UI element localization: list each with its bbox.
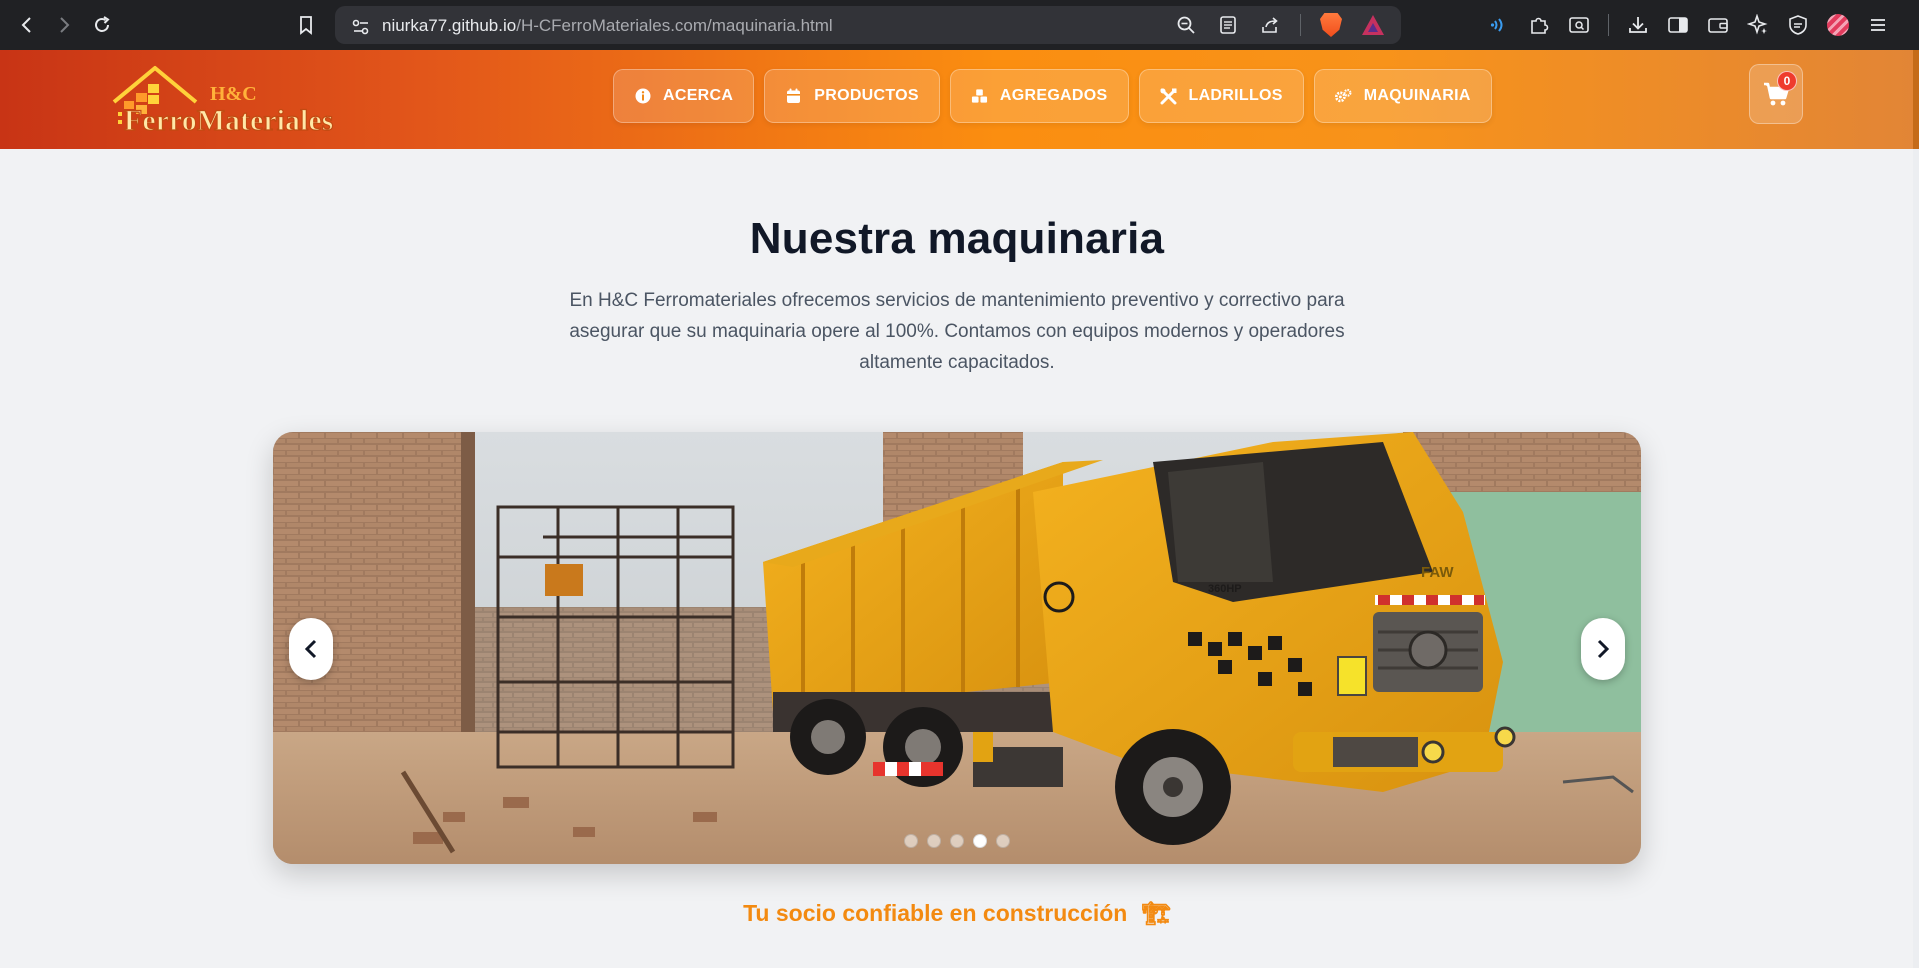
nav-maquinaria[interactable]: MAQUINARIA	[1313, 69, 1492, 123]
machinery-carousel[interactable]: FAW 360HP	[273, 432, 1641, 864]
extensions-icon[interactable]	[1526, 11, 1552, 39]
speech-icon[interactable]	[1486, 11, 1512, 39]
carousel-dot[interactable]	[927, 834, 941, 848]
vpn-shield-icon[interactable]	[1785, 11, 1811, 39]
sidebar-icon[interactable]	[1665, 11, 1691, 39]
zoom-icon[interactable]	[1172, 11, 1200, 39]
brave-rewards-icon[interactable]	[1359, 11, 1387, 39]
cart-count-badge: 0	[1777, 71, 1797, 91]
crane-emoji-icon: 🏗	[1141, 900, 1171, 926]
tagline: Tu socio confiable en construcción 🏗	[0, 900, 1914, 927]
nav-ladrillos-label: LADRILLOS	[1188, 87, 1283, 104]
cogs-icon	[1334, 88, 1352, 105]
site-info-icon[interactable]	[347, 13, 375, 41]
info-circle-icon	[634, 88, 651, 105]
carousel-dot[interactable]	[996, 834, 1010, 848]
bookmark-button[interactable]	[292, 11, 320, 39]
nav-ladrillos[interactable]: LADRILLOS	[1138, 69, 1304, 123]
carousel-dot-active[interactable]	[973, 834, 987, 848]
logo-top-text: H&C	[210, 83, 257, 105]
carousel-dot[interactable]	[904, 834, 918, 848]
carousel-next-button[interactable]	[1581, 618, 1625, 680]
nav-maquinaria-label: MAQUINARIA	[1363, 87, 1471, 104]
bookmark-icon	[300, 16, 312, 35]
share-icon[interactable]	[1256, 11, 1284, 39]
find-in-page-icon[interactable]	[1566, 11, 1592, 39]
dump-truck-photo: FAW 360HP	[273, 432, 1641, 864]
nav-productos-label: PRODUCTOS	[814, 87, 919, 104]
divider	[1300, 14, 1301, 36]
divider	[1608, 14, 1609, 36]
header-scroll-edge	[1913, 50, 1919, 149]
reader-mode-icon[interactable]	[1214, 11, 1242, 39]
chevron-left-icon	[21, 17, 31, 33]
site-header: H&C FerroMateriales ACERCA PRODUCTOS AGR…	[0, 50, 1919, 149]
chevron-right-icon	[1597, 639, 1610, 659]
url-path: /H-CFerroMateriales.com/maquinaria.html	[516, 16, 833, 35]
nav-acerca[interactable]: ACERCA	[613, 69, 755, 123]
carousel-indicators	[273, 834, 1641, 848]
nav-productos[interactable]: PRODUCTOS	[764, 69, 940, 123]
back-button[interactable]	[13, 11, 41, 39]
truck-model-text: 360HP	[1208, 583, 1242, 595]
browser-toolbar: niurka77.github.io/H-CFerroMateriales.co…	[0, 0, 1919, 50]
chevron-right-icon	[60, 17, 70, 33]
menu-icon[interactable]	[1865, 11, 1891, 39]
carousel-dot[interactable]	[950, 834, 964, 848]
truck-brand-text: FAW	[1421, 564, 1454, 581]
url-host: niurka77.github.io	[382, 16, 517, 35]
brave-shields-icon[interactable]	[1317, 11, 1345, 39]
carousel-prev-button[interactable]	[289, 618, 333, 680]
logo-main-text: FerroMateriales	[124, 104, 333, 137]
cubes-icon	[971, 88, 988, 105]
page-title: Nuestra maquinaria	[749, 214, 1165, 263]
nav-acerca-label: ACERCA	[663, 87, 734, 104]
downloads-icon[interactable]	[1625, 11, 1651, 39]
cart-button[interactable]: 0	[1749, 64, 1803, 124]
url-text: niurka77.github.io/H-CFerroMateriales.co…	[382, 16, 833, 36]
nav-agregados[interactable]: AGREGADOS	[949, 69, 1129, 123]
address-bar[interactable]: niurka77.github.io/H-CFerroMateriales.co…	[335, 6, 1401, 44]
tools-icon	[1160, 88, 1177, 105]
intro-paragraph: En H&C Ferromateriales ofrecemos servici…	[569, 290, 1345, 373]
reload-icon	[95, 16, 110, 32]
logo[interactable]: H&C FerroMateriales	[108, 58, 338, 142]
tagline-text: Tu socio confiable en construcción	[743, 900, 1128, 926]
page-scrollbar[interactable]	[1913, 149, 1919, 968]
forward-button[interactable]	[50, 11, 78, 39]
leo-ai-icon[interactable]	[1745, 11, 1771, 39]
reload-button[interactable]	[88, 11, 116, 39]
chevron-left-icon	[304, 639, 317, 659]
main-nav: ACERCA PRODUCTOS AGREGADOS LADRILLOS MAQ…	[613, 69, 1492, 123]
nav-agregados-label: AGREGADOS	[999, 87, 1108, 104]
calendar-icon	[785, 88, 802, 105]
profile-avatar[interactable]	[1825, 11, 1851, 39]
wallet-icon[interactable]	[1705, 11, 1731, 39]
